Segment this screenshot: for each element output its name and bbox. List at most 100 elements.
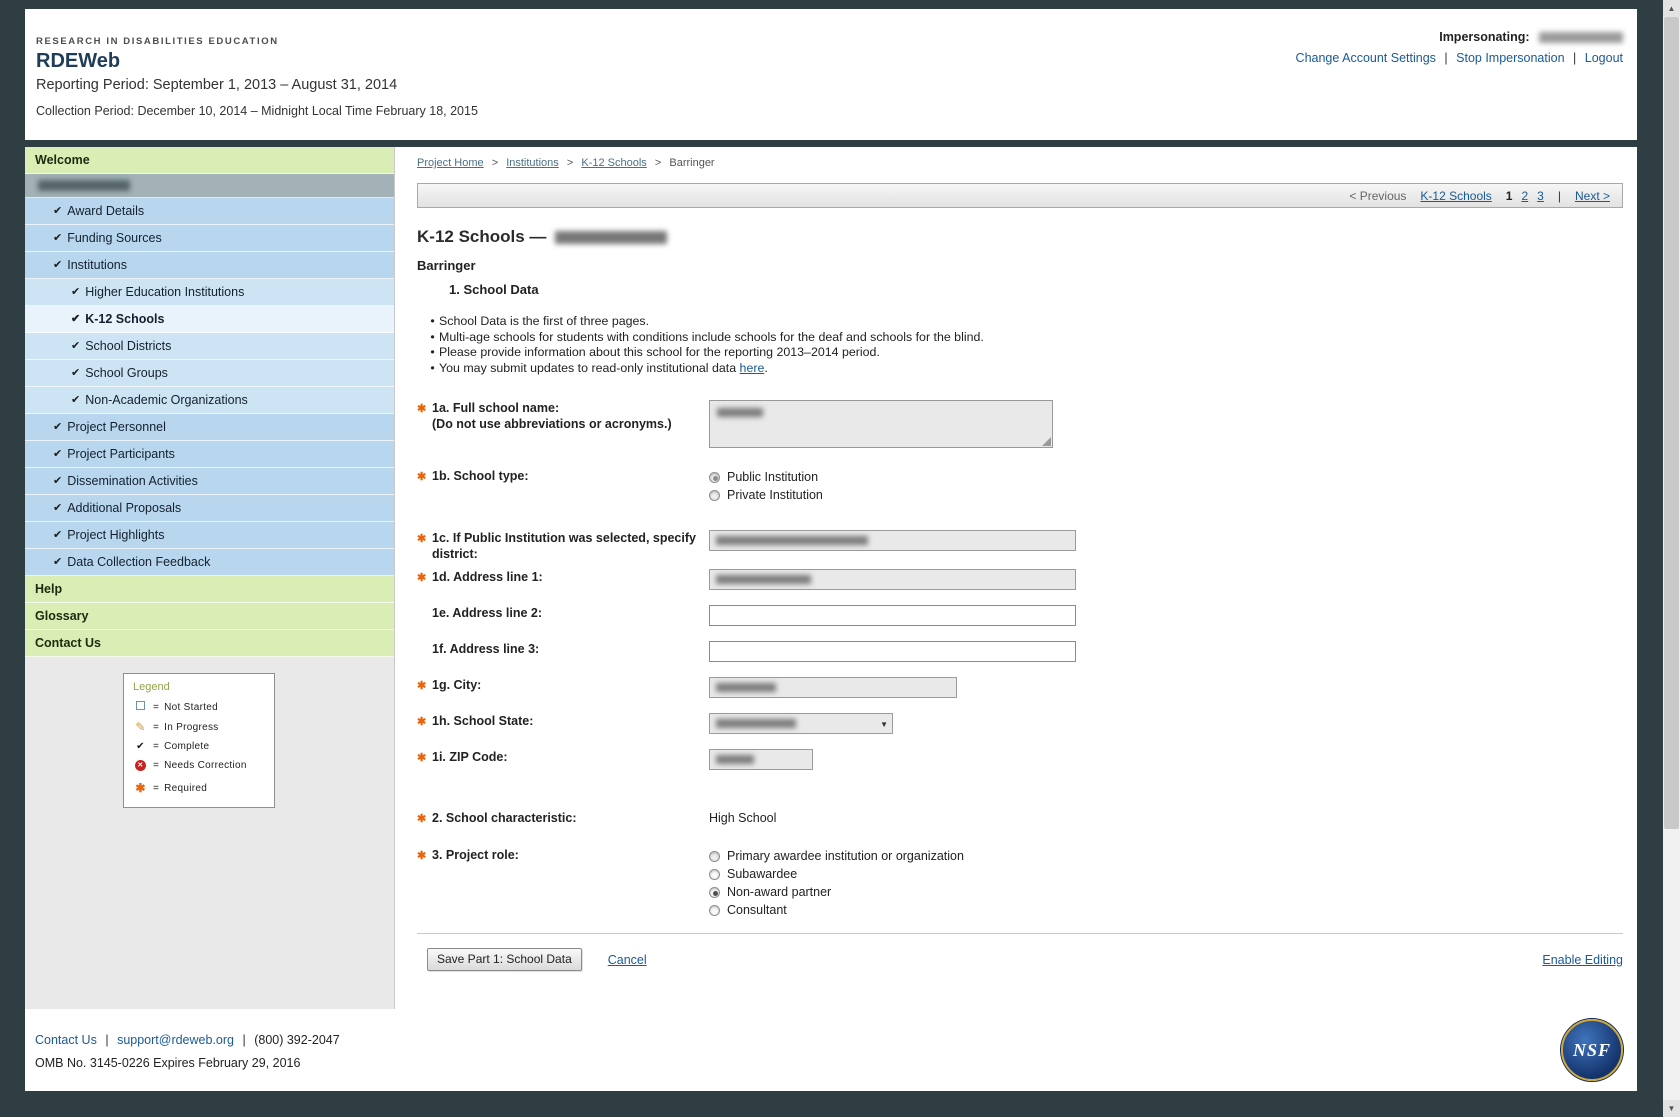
separator: | [242,1033,245,1047]
sidebar-item-award-details[interactable]: ✔ Award Details [25,198,394,225]
required-icon: ✱ [417,530,432,562]
district-input[interactable] [709,530,1076,551]
address-line3-input[interactable] [709,641,1076,662]
radio-non-award-partner[interactable]: Non-award partner [709,883,1623,901]
sidebar-item-higher-education-institutions[interactable]: ✔ Higher Education Institutions [25,279,394,306]
sidebar-item-project-redacted[interactable] [25,174,394,198]
footer-email-link[interactable]: support@rdeweb.org [117,1033,234,1047]
legend-label: Complete [164,741,209,752]
address-line1-input[interactable] [709,569,1076,590]
sidebar-item-school-groups[interactable]: ✔ School Groups [25,360,394,387]
check-icon: ✔ [71,333,80,359]
redacted-value [716,683,776,692]
sidebar-item-school-districts[interactable]: ✔ School Districts [25,333,394,360]
required-icon: ✱ [417,847,432,919]
sidebar-item-non-academic-organizations[interactable]: ✔ Non-Academic Organizations [25,387,394,414]
sidebar-item-k12-schools[interactable]: ✔ K-12 Schools [25,306,394,333]
radio-label: Private Institution [727,488,823,502]
radio-button-icon [709,887,720,898]
legend-title: Legend [133,681,265,693]
sidebar-item-label: Funding Sources [67,225,162,251]
breadcrumb-k12-schools[interactable]: K-12 Schools [581,157,646,169]
instruction-item: • You may submit updates to read-only in… [426,361,1623,377]
resize-grip-icon[interactable] [1042,437,1051,446]
full-school-name-textarea[interactable] [709,400,1053,448]
redacted-award-number [555,231,667,244]
breadcrumb-separator: > [567,157,573,169]
radio-private-institution[interactable]: Private Institution [709,486,1623,504]
k12-schools-list-link[interactable]: K-12 Schools [1420,189,1491,203]
breadcrumb-project-home[interactable]: Project Home [417,157,484,169]
legend-item-needs-correction: ✕ = Needs Correction [133,759,265,771]
check-icon: ✔ [53,468,62,494]
legend-item-complete: ✔ = Complete [133,741,265,752]
radio-public-institution[interactable]: Public Institution [709,468,1623,486]
page-title-text: K-12 Schools — [417,227,546,247]
form-actions: Save Part 1: School Data Cancel Enable E… [417,948,1623,971]
sidebar-item-additional-proposals[interactable]: ✔ Additional Proposals [25,495,394,522]
sidebar-item-glossary[interactable]: Glossary [25,603,394,630]
sidebar-item-help[interactable]: Help [25,576,394,603]
here-link[interactable]: here [740,361,765,375]
field-label: 2. School characteristic: [432,811,577,825]
sidebar-item-label: Award Details [67,198,144,224]
radio-subawardee[interactable]: Subawardee [709,865,1623,883]
enable-editing-link[interactable]: Enable Editing [1542,953,1623,967]
address-line2-input[interactable] [709,605,1076,626]
sidebar-item-project-personnel[interactable]: ✔ Project Personnel [25,414,394,441]
footer-contact-line: Contact Us | support@rdeweb.org | (800) … [35,1033,1637,1047]
field-label: 1g. City: [432,678,481,692]
legend-item-in-progress: ✎ = In Progress [133,720,265,734]
footer-contact-us-link[interactable]: Contact Us [35,1033,97,1047]
sidebar-item-label: School Districts [85,333,171,359]
breadcrumb-separator: > [655,157,661,169]
scroll-down-icon[interactable]: ▼ [1663,1100,1680,1117]
sidebar-item-project-highlights[interactable]: ✔ Project Highlights [25,522,394,549]
sidebar-item-welcome[interactable]: Welcome [25,147,394,174]
field-label: 1f. Address line 3: [432,642,539,656]
required-icon: ✱ [417,569,432,590]
sidebar-item-label: Project Personnel [67,414,166,440]
impersonating-label: Impersonating: [1439,30,1529,44]
radio-consultant[interactable]: Consultant [709,901,1623,919]
scrollbar-thumb[interactable] [1664,17,1679,829]
sidebar-item-contact-us[interactable]: Contact Us [25,630,394,657]
state-select[interactable]: ▼ [709,713,893,734]
next-link[interactable]: Next > [1575,189,1610,203]
scroll-up-icon[interactable]: ▲ [1663,0,1680,17]
check-icon: ✔ [53,414,62,440]
section-title: 1. School Data [449,282,1623,297]
sidebar-item-funding-sources[interactable]: ✔ Funding Sources [25,225,394,252]
change-account-settings-link[interactable]: Change Account Settings [1296,51,1436,65]
impersonating-row: Impersonating: [1296,30,1623,44]
collection-period: Collection Period: December 10, 2014 – M… [36,104,478,118]
radio-primary-awardee[interactable]: Primary awardee institution or organizat… [709,847,1623,865]
cancel-link[interactable]: Cancel [608,953,647,967]
required-spacer [417,605,432,626]
page-2-link[interactable]: 2 [1521,189,1528,203]
sidebar-item-project-participants[interactable]: ✔ Project Participants [25,441,394,468]
stop-impersonation-link[interactable]: Stop Impersonation [1456,51,1564,65]
sidebar-item-data-collection-feedback[interactable]: ✔ Data Collection Feedback [25,549,394,576]
save-part1-button[interactable]: Save Part 1: School Data [427,948,582,971]
check-icon: ✔ [53,495,62,521]
page-3-link[interactable]: 3 [1537,189,1544,203]
instructions: • School Data is the first of three page… [426,314,1623,376]
header-branding: RESEARCH IN DISABILITIES EDUCATION RDEWe… [36,36,478,118]
form-row-1c: ✱ 1c. If Public Institution was selected… [417,530,1623,562]
equals-sign: = [153,783,159,794]
scrollbar[interactable]: ▲ ▼ [1663,0,1680,1117]
in-progress-pencil-icon: ✎ [133,720,148,734]
legend-label: In Progress [164,722,218,733]
sidebar-item-institutions[interactable]: ✔ Institutions [25,252,394,279]
city-input[interactable] [709,677,957,698]
pagination-divider: | [1558,189,1561,203]
breadcrumb-institutions[interactable]: Institutions [506,157,559,169]
sidebar-item-dissemination-activities[interactable]: ✔ Dissemination Activities [25,468,394,495]
bullet-icon: • [426,361,439,377]
zip-code-input[interactable] [709,749,813,770]
logout-link[interactable]: Logout [1585,51,1623,65]
separator: | [1573,51,1576,65]
check-icon: ✔ [71,387,80,413]
breadcrumb: Project Home > Institutions > K-12 Schoo… [417,157,1623,169]
